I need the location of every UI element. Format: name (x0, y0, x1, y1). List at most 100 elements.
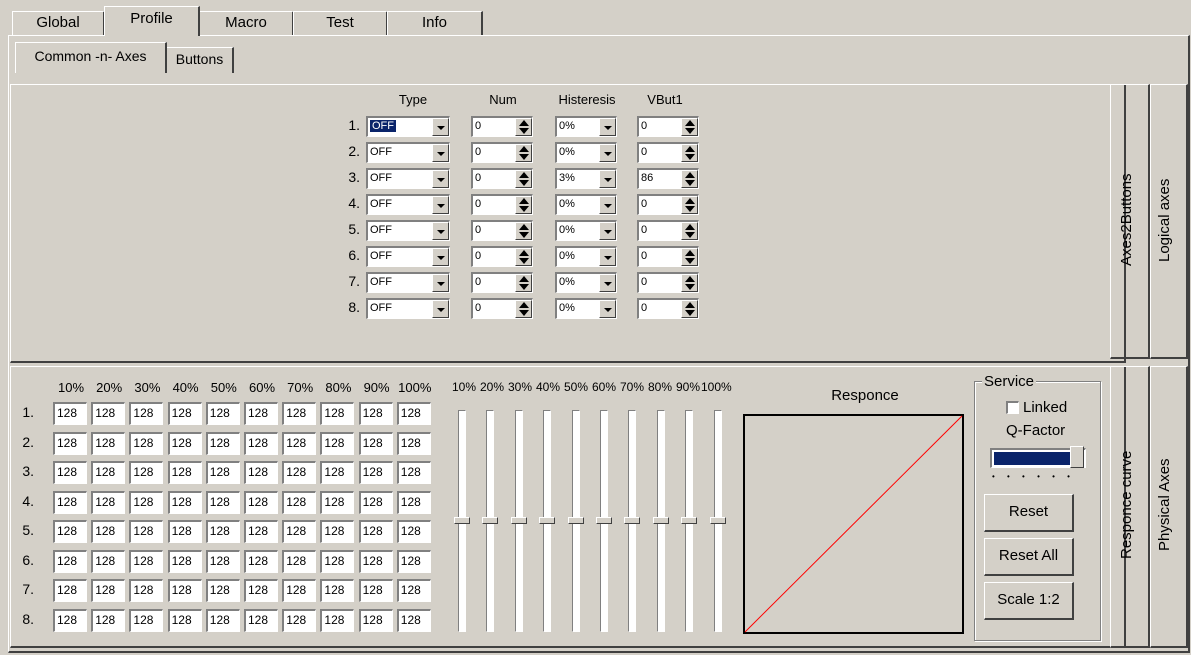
curve-cell[interactable]: 128 (244, 461, 278, 484)
curve-cell[interactable]: 128 (205, 461, 240, 484)
spin-arrows-icon[interactable] (515, 248, 532, 266)
curve-slider-thumb[interactable] (596, 517, 612, 524)
tab-global[interactable]: Global (12, 11, 105, 35)
num-spinner[interactable]: 0 (471, 246, 533, 267)
curve-cell[interactable]: 128 (91, 608, 126, 632)
curve-cell[interactable]: 128 (282, 579, 317, 602)
curve-cell[interactable]: 128 (358, 608, 393, 632)
curve-cell[interactable]: 128 (244, 579, 278, 602)
curve-cell[interactable]: 128 (358, 461, 393, 484)
curve-cell[interactable]: 128 (129, 461, 164, 484)
num-spinner[interactable]: 0 (471, 116, 533, 137)
spin-arrows-icon[interactable] (681, 274, 698, 292)
curve-cell[interactable]: 128 (129, 402, 164, 425)
curve-slider-thumb[interactable] (624, 517, 641, 524)
chevron-down-icon[interactable] (599, 144, 616, 162)
vbut1-spinner[interactable]: 0 (637, 116, 699, 137)
num-spinner[interactable]: 0 (471, 142, 533, 163)
curve-cell[interactable]: 128 (320, 579, 355, 602)
curve-cell[interactable]: 128 (205, 402, 240, 425)
curve-cell[interactable]: 128 (167, 549, 202, 573)
curve-cell[interactable]: 128 (320, 461, 355, 484)
type-combo[interactable]: OFF (366, 168, 450, 189)
curve-cell[interactable]: 128 (53, 579, 87, 602)
curve-cell[interactable]: 128 (358, 431, 393, 455)
curve-cell[interactable]: 128 (129, 579, 164, 602)
histeresis-combo[interactable]: 0% (555, 272, 617, 293)
curve-cell[interactable]: 128 (396, 490, 431, 514)
tab-test[interactable]: Test (293, 11, 388, 35)
curve-cell[interactable]: 128 (129, 608, 164, 632)
curve-cell[interactable]: 128 (129, 490, 164, 514)
curve-cell[interactable]: 128 (358, 549, 393, 573)
curve-cell[interactable]: 128 (244, 431, 278, 455)
chevron-down-icon[interactable] (432, 248, 449, 266)
curve-cell[interactable]: 128 (205, 431, 240, 455)
spin-arrows-icon[interactable] (515, 274, 532, 292)
type-combo[interactable]: OFF (366, 298, 450, 319)
curve-cell[interactable]: 128 (91, 490, 126, 514)
curve-cell[interactable]: 128 (91, 579, 126, 602)
curve-slider-thumb[interactable] (454, 517, 470, 524)
vbut1-spinner[interactable]: 0 (637, 246, 699, 267)
curve-cell[interactable]: 128 (358, 402, 393, 425)
curve-cell[interactable]: 128 (396, 608, 431, 632)
curve-cell[interactable]: 128 (167, 402, 202, 425)
vbut1-spinner[interactable]: 0 (637, 194, 699, 215)
curve-slider-thumb[interactable] (539, 517, 556, 524)
curve-cell[interactable]: 128 (205, 549, 240, 573)
chevron-down-icon[interactable] (432, 144, 449, 162)
type-combo[interactable]: OFF (366, 272, 450, 293)
chevron-down-icon[interactable] (432, 300, 449, 318)
histeresis-combo[interactable]: 0% (555, 246, 617, 267)
chevron-down-icon[interactable] (599, 300, 616, 318)
chevron-down-icon[interactable] (432, 118, 449, 136)
type-combo[interactable]: OFF (366, 194, 450, 215)
tab-macro[interactable]: Macro (199, 11, 294, 35)
num-spinner[interactable]: 0 (471, 194, 533, 215)
type-combo[interactable]: OFF (366, 246, 450, 267)
chevron-down-icon[interactable] (432, 170, 449, 188)
vbut1-spinner[interactable]: 0 (637, 142, 699, 163)
histeresis-combo[interactable]: 0% (555, 142, 617, 163)
curve-cell[interactable]: 128 (282, 461, 317, 484)
curve-cell[interactable]: 128 (53, 490, 87, 514)
curve-cell[interactable]: 128 (396, 579, 431, 602)
curve-slider-thumb[interactable] (652, 517, 669, 524)
curve-cell[interactable]: 128 (205, 608, 240, 632)
curve-cell[interactable]: 128 (53, 549, 87, 573)
spin-arrows-icon[interactable] (681, 222, 698, 240)
curve-cell[interactable]: 128 (53, 520, 87, 543)
curve-cell[interactable]: 128 (282, 402, 317, 425)
tab-profile[interactable]: Profile (104, 6, 200, 36)
curve-cell[interactable]: 128 (205, 520, 240, 543)
num-spinner[interactable]: 0 (471, 298, 533, 319)
curve-cell[interactable]: 128 (244, 402, 278, 425)
curve-cell[interactable]: 128 (91, 520, 126, 543)
curve-cell[interactable]: 128 (53, 431, 87, 455)
spin-arrows-icon[interactable] (681, 144, 698, 162)
curve-slider-thumb[interactable] (681, 517, 698, 524)
type-combo[interactable]: OFF (366, 116, 450, 137)
spin-arrows-icon[interactable] (515, 144, 532, 162)
curve-cell[interactable]: 128 (396, 549, 431, 573)
spin-arrows-icon[interactable] (515, 300, 532, 318)
chevron-down-icon[interactable] (432, 196, 449, 214)
type-combo[interactable]: OFF (366, 142, 450, 163)
spin-arrows-icon[interactable] (515, 222, 532, 240)
type-combo[interactable]: OFF (366, 220, 450, 241)
chevron-down-icon[interactable] (599, 118, 616, 136)
chevron-down-icon[interactable] (599, 248, 616, 266)
tab-info[interactable]: Info (387, 11, 483, 35)
curve-cell[interactable]: 128 (244, 490, 278, 514)
curve-cell[interactable]: 128 (396, 520, 431, 543)
chevron-down-icon[interactable] (432, 222, 449, 240)
curve-cell[interactable]: 128 (167, 461, 202, 484)
curve-cell[interactable]: 128 (167, 490, 202, 514)
reset-button[interactable]: Reset (984, 494, 1074, 532)
scale-button[interactable]: Scale 1:2 (984, 582, 1074, 620)
curve-cell[interactable]: 128 (129, 520, 164, 543)
curve-cell[interactable]: 128 (91, 461, 126, 484)
curve-cell[interactable]: 128 (396, 461, 431, 484)
vbut1-spinner[interactable]: 86 (637, 168, 699, 189)
